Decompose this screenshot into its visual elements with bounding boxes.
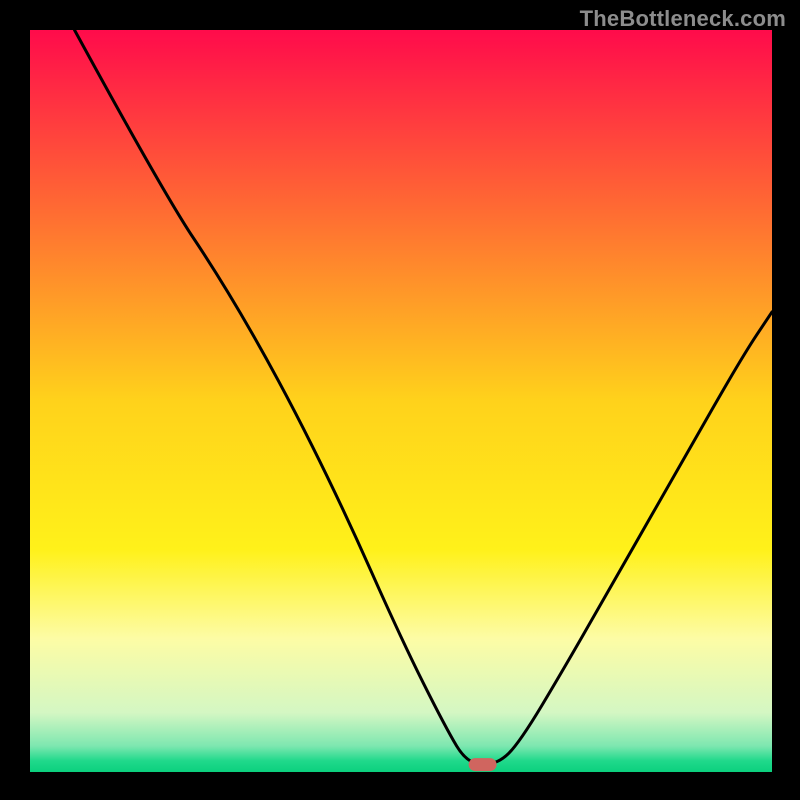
watermark-label: TheBottleneck.com — [580, 6, 786, 32]
chart-svg — [30, 30, 772, 772]
chart-frame: TheBottleneck.com — [0, 0, 800, 800]
minimum-marker — [469, 758, 497, 771]
plot-area — [30, 30, 772, 772]
chart-background — [30, 30, 772, 772]
